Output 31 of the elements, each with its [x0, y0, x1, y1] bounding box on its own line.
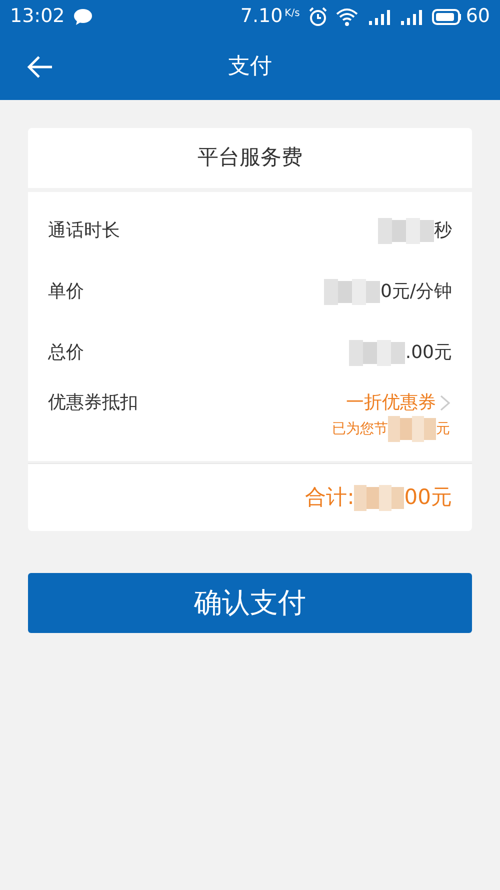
signal-icon [400, 8, 422, 26]
row-label: 通话时长 [48, 219, 120, 243]
row-label: 总价 [48, 341, 84, 365]
speed-unit: K/s [284, 7, 300, 21]
network-speed: 7.10 [240, 4, 283, 30]
card-title: 平台服务费 [28, 128, 472, 188]
blur-mosaic [388, 416, 436, 442]
confirm-payment-button[interactable]: 确认支付 [28, 573, 472, 633]
savings-note: 元 [436, 420, 450, 438]
blur-mosaic [378, 218, 434, 244]
page-title: 支付 [228, 53, 272, 81]
signal-icon [368, 8, 390, 26]
blur-mosaic [354, 484, 404, 510]
row-value: .00元 [405, 341, 452, 365]
total-label: 合计: [305, 484, 354, 511]
alarm-icon [308, 6, 328, 26]
row-label: 优惠券抵扣 [48, 391, 138, 415]
total-amount: 00元 [404, 484, 452, 511]
row-value: 0元/分钟 [380, 280, 452, 304]
row-label: 单价 [48, 280, 84, 304]
savings-note: 已为您节 [332, 420, 388, 438]
back-arrow-icon [26, 55, 54, 79]
blur-mosaic [324, 278, 380, 304]
row-value: 秒 [434, 219, 452, 243]
chat-bubble-icon [72, 8, 93, 26]
status-time: 13:02 [10, 4, 65, 30]
chevron-right-icon [438, 394, 452, 412]
battery-level: 60 [466, 4, 490, 30]
wifi-icon [336, 8, 358, 26]
battery-icon [432, 8, 462, 24]
blur-mosaic [349, 340, 406, 366]
